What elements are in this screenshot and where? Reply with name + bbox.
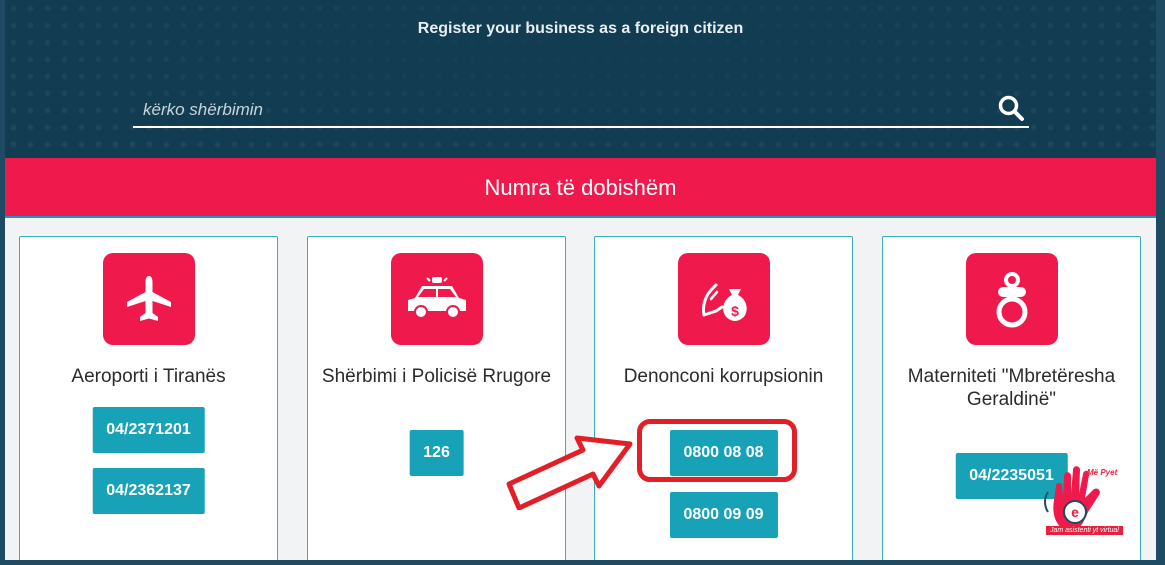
card-title: Shërbimi i Policisë Rrugore (321, 366, 552, 387)
hero-header: Register your business as a foreign citi… (5, 0, 1156, 158)
card-traffic-police: Shërbimi i Policisë Rrugore 126 (307, 236, 566, 560)
search-icon (998, 95, 1024, 121)
svg-text:$: $ (731, 303, 739, 319)
assistant-title: Më Pyet (1087, 468, 1118, 477)
airplane-icon (126, 276, 171, 321)
search-bar (133, 92, 1029, 128)
search-input[interactable] (143, 98, 963, 122)
phone-button[interactable]: 04/2362137 (92, 468, 205, 514)
police-car-icon (407, 277, 466, 319)
phone-button[interactable]: 126 (409, 430, 464, 476)
card-title: Denonconi korrupsionin (623, 366, 824, 387)
card-title: Aeroporti i Tiranës (71, 366, 226, 387)
phone-button[interactable]: 04/2371201 (92, 407, 205, 453)
corruption-icon-box: $ (677, 253, 770, 345)
airport-icon-box (102, 253, 195, 345)
card-corruption: $ Denonconi korrupsionin 0800 08 08 0800… (594, 236, 853, 560)
phone-button[interactable]: 0800 09 09 (669, 492, 778, 538)
svg-text:e: e (1071, 504, 1079, 520)
register-business-link[interactable]: Register your business as a foreign citi… (5, 20, 1156, 38)
police-icon-box (390, 253, 483, 345)
search-button[interactable] (997, 94, 1025, 122)
assistant-label: Jam asistenti yt virtual (1046, 526, 1123, 535)
card-airport: Aeroporti i Tiranës 04/2371201 04/236213… (19, 236, 278, 560)
maternity-icon-box (965, 253, 1058, 345)
annotation-arrow-icon (506, 435, 633, 510)
pacifier-icon (996, 272, 1027, 328)
bribe-money-icon: $ (701, 283, 747, 321)
highlight-box (637, 419, 797, 482)
useful-numbers-banner: Numra të dobishëm (5, 158, 1156, 218)
card-title: Materniteti "Mbretëresha Geraldinë" (907, 366, 1116, 410)
